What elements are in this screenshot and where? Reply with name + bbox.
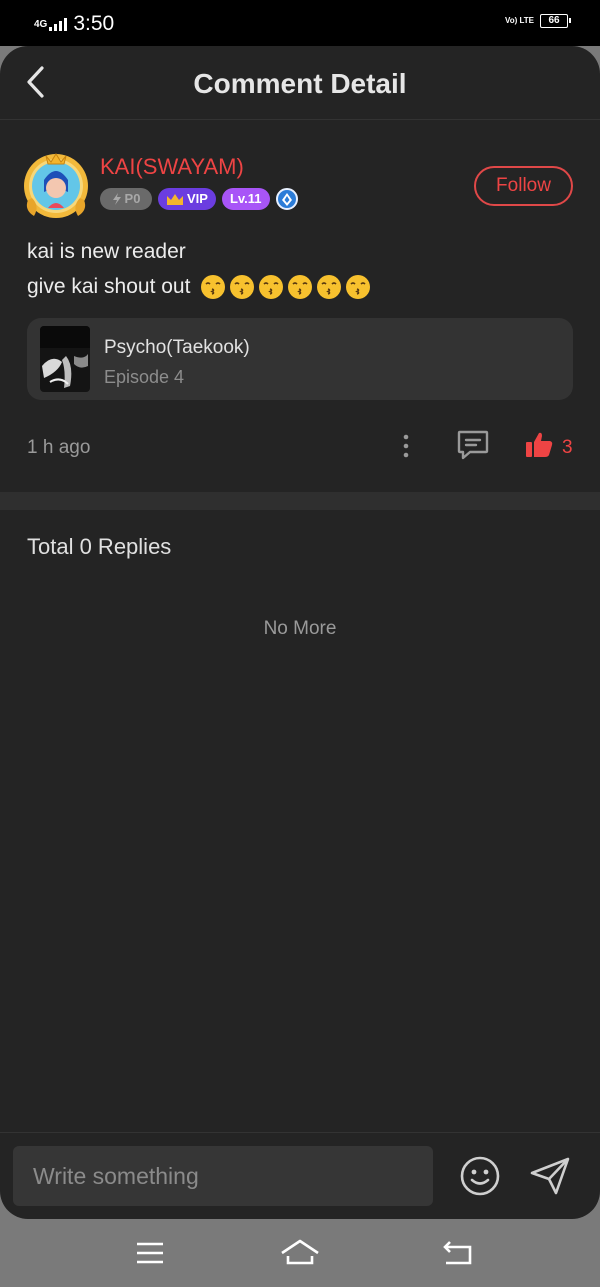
volte-icon: Vo) LTE bbox=[504, 16, 534, 25]
user-badges: P0 VIP Lv.11 bbox=[100, 188, 298, 210]
system-nav-bar bbox=[0, 1219, 600, 1287]
comment-line-2-text: give kai shout out bbox=[27, 275, 191, 298]
follow-button[interactable]: Follow bbox=[474, 166, 573, 206]
vip-badge-label: VIP bbox=[187, 191, 208, 206]
book-cover-image-icon bbox=[40, 326, 90, 392]
comment-line-1: kai is new reader bbox=[27, 240, 186, 263]
composer-bar bbox=[0, 1132, 600, 1219]
network-type: 4G bbox=[34, 18, 48, 30]
battery-icon: 66 bbox=[540, 14, 571, 28]
thumbs-up-icon bbox=[526, 432, 553, 457]
gem-badge bbox=[275, 188, 298, 210]
return-icon bbox=[443, 1241, 472, 1265]
emoji-row bbox=[200, 274, 371, 300]
vertical-dots-icon bbox=[403, 434, 409, 458]
home-button[interactable] bbox=[280, 1233, 320, 1273]
kissing-face-icon bbox=[288, 275, 313, 300]
emoji-button[interactable] bbox=[459, 1155, 501, 1197]
avatar-frame-icon bbox=[24, 153, 88, 218]
book-episode: Episode 4 bbox=[104, 367, 185, 387]
page-title: Comment Detail bbox=[193, 68, 407, 99]
menu-button[interactable] bbox=[130, 1233, 170, 1273]
comment-line-2: give kai shout out bbox=[27, 269, 371, 304]
like-count: 3 bbox=[562, 437, 573, 458]
menu-icon bbox=[137, 1242, 163, 1264]
reply-button[interactable] bbox=[456, 429, 490, 461]
power-badge: P0 bbox=[100, 188, 152, 210]
lightning-icon bbox=[112, 193, 121, 205]
home-icon bbox=[281, 1239, 319, 1265]
send-button[interactable] bbox=[528, 1155, 572, 1197]
replies-count: Total 0 Replies bbox=[27, 534, 172, 559]
comment-bubble-icon bbox=[457, 430, 489, 460]
level-badge: Lv.11 bbox=[221, 188, 270, 210]
back-nav-button[interactable] bbox=[438, 1233, 478, 1273]
vip-badge: VIP bbox=[158, 188, 216, 210]
status-right: Vo) LTE 66 bbox=[504, 14, 571, 28]
send-icon bbox=[530, 1157, 570, 1195]
no-more-label: No More bbox=[263, 618, 337, 639]
book-title: Psycho(Taekook) bbox=[104, 337, 250, 358]
kissing-face-icon bbox=[317, 275, 342, 300]
more-options-button[interactable] bbox=[396, 432, 416, 460]
signal-icon bbox=[49, 17, 68, 31]
header: Comment Detail bbox=[0, 46, 600, 120]
kissing-face-icon bbox=[201, 275, 226, 300]
comment-text: kai is new reader give kai shout out bbox=[27, 234, 371, 304]
status-left: 4G 3:50 bbox=[34, 12, 114, 36]
clock: 3:50 bbox=[73, 12, 115, 35]
comment-input[interactable] bbox=[13, 1146, 433, 1206]
status-bar: 4G 3:50 Vo) LTE 66 bbox=[0, 0, 600, 46]
book-card[interactable]: Psycho(Taekook) Episode 4 bbox=[27, 318, 573, 400]
diamond-icon bbox=[281, 192, 292, 206]
comment-time: 1 h ago bbox=[27, 437, 91, 458]
kissing-face-icon bbox=[346, 275, 371, 300]
app-screen: Comment Detail KAI(SWAYAM) P0 VIP Lv.11 bbox=[0, 46, 600, 1219]
book-cover bbox=[40, 326, 90, 392]
username[interactable]: KAI(SWAYAM) bbox=[100, 154, 244, 180]
power-badge-label: P0 bbox=[124, 191, 141, 206]
avatar[interactable] bbox=[20, 150, 92, 220]
kissing-face-icon bbox=[259, 275, 284, 300]
kissing-face-icon bbox=[230, 275, 255, 300]
section-divider bbox=[0, 492, 600, 510]
crown-icon bbox=[167, 193, 183, 205]
like-button[interactable] bbox=[524, 430, 554, 460]
smiley-icon bbox=[460, 1156, 500, 1196]
